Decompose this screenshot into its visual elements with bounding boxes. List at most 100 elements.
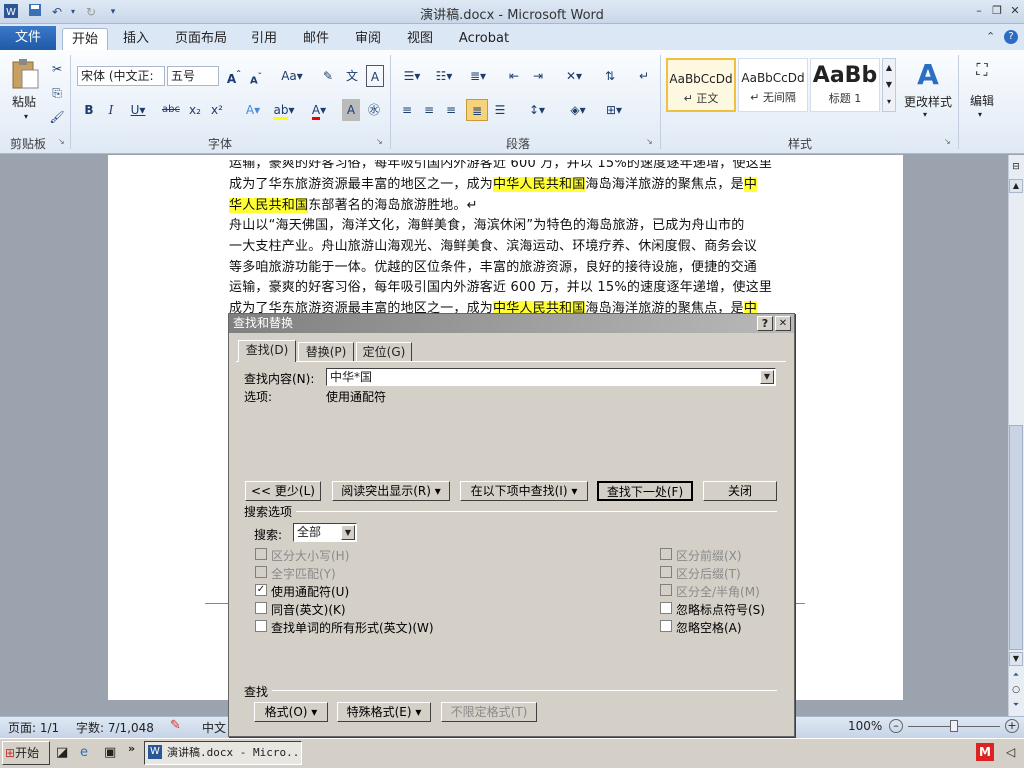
ie-icon[interactable]: e bbox=[80, 745, 88, 760]
minimize-ribbon-icon[interactable]: ⌃ bbox=[986, 30, 995, 43]
checkbox[interactable]: ✓ bbox=[255, 584, 267, 596]
decrease-indent-icon[interactable]: ⇤ bbox=[504, 65, 524, 87]
change-case-icon[interactable]: Aa▾ bbox=[278, 65, 306, 87]
checkbox[interactable] bbox=[660, 566, 672, 578]
dialog-help-button[interactable]: ? bbox=[757, 316, 773, 331]
copy-icon[interactable]: ⎘ bbox=[48, 82, 66, 104]
binoculars-icon[interactable]: ⛶ bbox=[970, 60, 994, 84]
zoom-slider-thumb[interactable] bbox=[950, 720, 958, 732]
minimize-icon[interactable]: – bbox=[970, 3, 988, 19]
checkbox[interactable] bbox=[255, 620, 267, 632]
style-heading-1[interactable]: AaBb 标题 1 bbox=[810, 58, 880, 112]
highlight-color-icon[interactable]: ab▾ bbox=[270, 99, 298, 121]
tray-app-icon[interactable]: M bbox=[976, 743, 994, 761]
close-window-icon[interactable]: ✕ bbox=[1006, 3, 1024, 19]
scroll-up-icon[interactable]: ▲ bbox=[1009, 179, 1023, 193]
style-normal[interactable]: AaBbCcDd ↵ 正文 bbox=[666, 58, 736, 112]
editing-label[interactable]: 编辑 bbox=[966, 92, 998, 109]
tab-mailings[interactable]: 邮件 bbox=[296, 28, 336, 50]
font-color-icon[interactable]: A▾ bbox=[306, 99, 332, 121]
find-history-dropdown-icon[interactable]: ▼ bbox=[760, 370, 774, 384]
start-button[interactable]: ⊞开始 bbox=[2, 741, 50, 765]
tab-view[interactable]: 视图 bbox=[400, 28, 440, 50]
paste-dropdown-icon[interactable]: ▾ bbox=[24, 112, 28, 121]
strikethrough-icon[interactable]: abc bbox=[160, 99, 182, 121]
show-desktop-icon[interactable]: ◪ bbox=[56, 745, 68, 760]
proofing-icon[interactable]: ✎ bbox=[170, 718, 181, 733]
tab-insert[interactable]: 插入 bbox=[116, 28, 156, 50]
font-size-combo[interactable]: 五号 bbox=[167, 66, 219, 86]
paragraph-launcher-icon[interactable]: ↘ bbox=[646, 137, 653, 146]
find-next-button[interactable]: 查找下一处(F) bbox=[597, 481, 693, 501]
shrink-font-icon[interactable]: Aˇ bbox=[246, 65, 266, 87]
paste-label[interactable]: 粘贴 bbox=[12, 93, 36, 110]
cut-icon[interactable]: ✂ bbox=[48, 58, 66, 80]
ruler-toggle-icon[interactable]: ⊟ bbox=[1010, 162, 1022, 174]
tab-file[interactable]: 文件 bbox=[0, 26, 56, 50]
tab-review[interactable]: 审阅 bbox=[348, 28, 388, 50]
justify-icon[interactable]: ≣ bbox=[466, 99, 488, 121]
chinese-layout-icon[interactable]: ✕▾ bbox=[560, 65, 588, 87]
styles-launcher-icon[interactable]: ↘ bbox=[944, 137, 951, 146]
clipboard-launcher-icon[interactable]: ↘ bbox=[58, 137, 65, 146]
grow-font-icon[interactable]: Aˆ bbox=[224, 65, 244, 87]
checkbox[interactable] bbox=[255, 548, 267, 560]
select-browse-object-icon[interactable]: ○ bbox=[1010, 685, 1022, 695]
character-shading-icon[interactable]: A bbox=[342, 99, 360, 121]
search-direction-dropdown-icon[interactable]: ▼ bbox=[341, 525, 355, 540]
change-styles-icon[interactable]: A bbox=[910, 58, 946, 91]
line-spacing-icon[interactable]: ↕▾ bbox=[524, 99, 550, 121]
previous-page-icon[interactable]: ⏶ bbox=[1010, 670, 1022, 680]
underline-icon[interactable]: U▾ bbox=[126, 99, 150, 121]
character-border-icon[interactable]: A bbox=[366, 65, 384, 87]
distributed-icon[interactable]: ☰ bbox=[490, 99, 510, 121]
document-line[interactable]: 舟山以“海天佛国，海洋文化，海鲜美食，海滨休闲”为特色的海岛旅游，已成为舟山市的 bbox=[229, 214, 744, 233]
reading-highlight-button[interactable]: 阅读突出显示(R) ▾ bbox=[332, 481, 450, 501]
zoom-in-icon[interactable]: + bbox=[1005, 719, 1019, 733]
borders-icon[interactable]: ⊞▾ bbox=[600, 99, 628, 121]
bullets-icon[interactable]: ☰▾ bbox=[398, 65, 426, 87]
media-icon[interactable]: ▣ bbox=[104, 745, 116, 760]
dialog-close-button[interactable]: ✕ bbox=[775, 316, 791, 331]
clear-formatting-icon[interactable]: ✎ bbox=[318, 65, 338, 87]
less-button[interactable]: << 更少(L) bbox=[245, 481, 321, 501]
tab-replace[interactable]: 替换(P) bbox=[298, 342, 354, 362]
next-page-icon[interactable]: ⏷ bbox=[1010, 700, 1022, 710]
checkbox[interactable] bbox=[255, 602, 267, 614]
document-line[interactable]: 华人民共和国东部著名的海岛旅游胜地。↵ bbox=[229, 194, 478, 213]
bold-icon[interactable]: B bbox=[80, 99, 98, 121]
tab-find[interactable]: 查找(D) bbox=[238, 340, 296, 362]
document-line[interactable]: 运输，豪爽的好客习俗，每年吸引国内外游客近 600 万，并以 15%的速度逐年递… bbox=[229, 276, 772, 295]
document-line[interactable]: 一大支柱产业。舟山旅游山海观光、海鲜美食、滨海运动、环境疗养、休闲度假、商务会议 bbox=[229, 235, 757, 254]
numbering-icon[interactable]: ☷▾ bbox=[430, 65, 458, 87]
checkbox[interactable] bbox=[660, 584, 672, 596]
checkbox[interactable] bbox=[660, 548, 672, 560]
language[interactable]: 中文 bbox=[202, 719, 226, 736]
phonetic-guide-icon[interactable]: 文 bbox=[342, 65, 362, 87]
document-line[interactable]: 成为了华东旅游资源最丰富的地区之一，成为中华人民共和国海岛海洋旅游的聚焦点，是中 bbox=[229, 297, 758, 313]
checkbox[interactable] bbox=[660, 620, 672, 632]
sort-icon[interactable]: ⇅ bbox=[600, 65, 620, 87]
word-count[interactable]: 字数: 7/1,048 bbox=[76, 719, 154, 736]
tab-acrobat[interactable]: Acrobat bbox=[454, 28, 514, 50]
zoom-level[interactable]: 100% bbox=[848, 719, 882, 733]
styles-scroll[interactable]: ▲ ▼ ▾ bbox=[882, 58, 896, 112]
tab-goto[interactable]: 定位(G) bbox=[356, 342, 412, 362]
special-button[interactable]: 特殊格式(E) ▾ bbox=[337, 702, 431, 722]
enclose-characters-icon[interactable]: ㊌ bbox=[364, 99, 384, 121]
tab-page-layout[interactable]: 页面布局 bbox=[170, 28, 232, 50]
help-icon[interactable]: ? bbox=[1004, 30, 1018, 44]
paste-icon[interactable] bbox=[10, 58, 40, 90]
format-button[interactable]: 格式(O) ▾ bbox=[254, 702, 328, 722]
no-formatting-button[interactable]: 不限定格式(T) bbox=[441, 702, 537, 722]
editing-dropdown-icon[interactable]: ▾ bbox=[978, 110, 982, 119]
text-effects-icon[interactable]: A▾ bbox=[240, 99, 266, 121]
page-count[interactable]: 页面: 1/1 bbox=[8, 719, 59, 736]
tray-arrow-icon[interactable]: ◁ bbox=[1006, 745, 1015, 759]
restore-icon[interactable]: ❐ bbox=[988, 3, 1006, 19]
find-in-button[interactable]: 在以下项中查找(I) ▾ bbox=[460, 481, 588, 501]
taskbar-word-task[interactable]: 演讲稿.docx - Micro... bbox=[144, 741, 302, 765]
show-marks-icon[interactable]: ↵ bbox=[634, 65, 654, 87]
increase-indent-icon[interactable]: ⇥ bbox=[528, 65, 548, 87]
zoom-out-icon[interactable]: – bbox=[889, 719, 903, 733]
